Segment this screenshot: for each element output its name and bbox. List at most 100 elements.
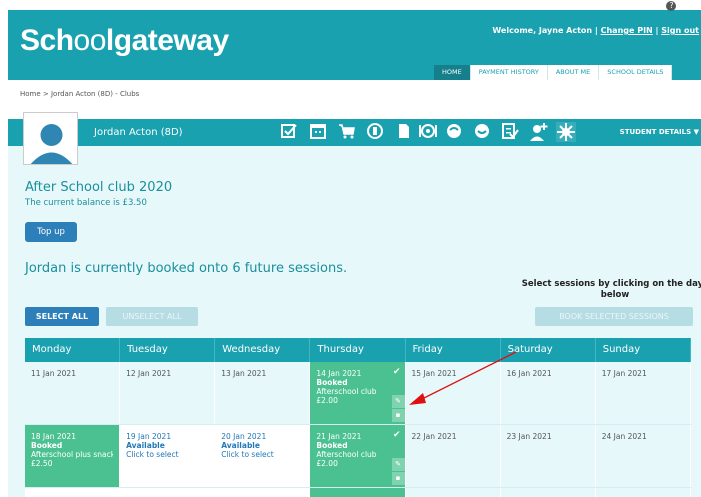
cell-date: 16 Jan 2021 (506, 369, 552, 378)
book-selected-sessions-button[interactable]: BOOK SELECTED SESSIONS (535, 307, 693, 326)
cell-date: 11 Jan 2021 (31, 369, 76, 378)
student-name: Jordan Acton (8D) (94, 127, 183, 138)
day-cell: 17 Jan 2021 (595, 362, 691, 424)
tab-school-details[interactable]: SCHOOL DETAILS (599, 65, 673, 80)
main-nav: HOME PAYMENT HISTORY ABOUT ME SCHOOL DET… (434, 65, 673, 80)
cell-date: 14 Jan 2021 (316, 369, 362, 378)
day-cell: 11 Jan 2021 (25, 362, 121, 424)
cell-date: 12 Jan 2021 (126, 369, 172, 378)
cell-date: 20 Jan 2021 (221, 432, 267, 441)
cell-date: 23 Jan 2021 (506, 432, 552, 441)
cell-status: Booked (31, 441, 63, 450)
clubs-panel: Jordan Acton (8D) STUDENT DETAILS ▼ Afte… (8, 112, 701, 497)
sign-out-link[interactable]: Sign out (661, 26, 699, 35)
unselect-all-button[interactable]: UNSELECT ALL (106, 307, 198, 326)
logo-part-1: Sch (20, 24, 74, 57)
face-sad-icon[interactable] (444, 122, 464, 142)
money-icon[interactable] (365, 122, 385, 142)
header: Schoolgateway ? Help Welcome, Jayne Acton… (8, 1, 701, 80)
cell-club: Afterschool club (316, 387, 377, 396)
session-calendar: Monday Tuesday Wednesday Thursday Friday… (25, 338, 691, 497)
day-cell: 15 Jan 2021 (405, 362, 501, 424)
cell-date: 17 Jan 2021 (601, 369, 647, 378)
day-cell-booked[interactable]: 21 Jan 2021 Booked Afterschool club £2.0… (310, 425, 406, 487)
separator: | (655, 26, 659, 35)
day-header: Tuesday (120, 338, 216, 362)
checkbox-icon[interactable] (279, 122, 299, 142)
breadcrumb[interactable]: Home > Jordan Acton (8D) - Clubs (20, 90, 139, 98)
checkmark-icon: ✔ (392, 367, 401, 377)
cell-date: 24 Jan 2021 (601, 432, 647, 441)
meals-icon[interactable] (418, 122, 438, 142)
day-cell (120, 488, 216, 497)
calendar-week: 11 Jan 2021 12 Jan 2021 13 Jan 2021 14 J… (25, 362, 691, 425)
day-cell-available[interactable]: 20 Jan 2021 Available Click to select (215, 425, 311, 487)
student-details-dropdown[interactable]: STUDENT DETAILS ▼ (620, 128, 699, 136)
calendar-week-partial (25, 488, 691, 497)
checklist-icon[interactable] (500, 122, 520, 142)
calendar-week: 18 Jan 2021 Booked Afterschool plus snac… (25, 425, 691, 488)
tab-about-me[interactable]: ABOUT ME (547, 65, 600, 80)
edit-pencil-icon[interactable]: ✎ (391, 395, 405, 408)
delete-trash-icon[interactable]: ▪ (391, 409, 405, 422)
cell-status: Booked (316, 441, 348, 450)
booked-sessions-message: Jordan is currently booked onto 6 future… (25, 261, 348, 276)
day-cell: 22 Jan 2021 (405, 425, 501, 487)
day-cell (595, 488, 691, 497)
day-cell: 24 Jan 2021 (595, 425, 691, 487)
avatar (23, 112, 78, 165)
day-cell (500, 488, 596, 497)
day-cell: 12 Jan 2021 (120, 362, 216, 424)
cell-price: £2.50 (31, 459, 53, 468)
help-label: Help (678, 1, 699, 11)
schoolgateway-logo[interactable]: Schoolgateway (20, 24, 229, 58)
cell-status: Booked (316, 378, 348, 387)
edit-pencil-icon[interactable]: ✎ (391, 458, 405, 471)
cart-icon[interactable] (337, 122, 357, 142)
cell-action: Click to select (221, 450, 274, 459)
cell-price: £2.00 (316, 396, 338, 405)
day-cell-available[interactable]: 19 Jan 2021 Available Click to select (120, 425, 216, 487)
checkmark-icon: ✔ (392, 430, 401, 440)
day-header: Sunday (596, 338, 691, 362)
calendar-header: Monday Tuesday Wednesday Thursday Friday… (25, 338, 691, 362)
day-cell-booked[interactable]: 14 Jan 2021 Booked Afterschool club £2.0… (310, 362, 406, 424)
cell-club: Afterschool club (316, 450, 377, 459)
face-happy-icon[interactable] (472, 122, 492, 142)
cell-price: £2.00 (316, 459, 338, 468)
day-header: Friday (406, 338, 501, 362)
help-link[interactable]: ? Help (666, 1, 699, 11)
cell-date: 18 Jan 2021 (31, 432, 76, 441)
change-pin-link[interactable]: Change PIN (601, 26, 653, 35)
top-up-button[interactable]: Top up (25, 222, 77, 242)
day-cell: 13 Jan 2021 (215, 362, 311, 424)
person-plus-icon[interactable] (529, 122, 549, 142)
welcome-text: Welcome, Jayne Acton | Change PIN | Sign… (492, 26, 699, 35)
day-header: Monday (25, 338, 121, 362)
document-icon[interactable] (394, 122, 414, 142)
logo-part-3: lgateway (105, 24, 229, 57)
tab-payment-history[interactable]: PAYMENT HISTORY (470, 65, 548, 80)
day-cell (405, 488, 501, 497)
student-bar: Jordan Acton (8D) STUDENT DETAILS ▼ (8, 119, 701, 146)
day-header: Saturday (501, 338, 596, 362)
cell-date: 22 Jan 2021 (411, 432, 457, 441)
tab-home[interactable]: HOME (434, 65, 471, 80)
club-title: After School club 2020 (25, 180, 173, 195)
day-header: Thursday (310, 338, 406, 362)
welcome-label: Welcome, Jayne Acton | (492, 26, 598, 35)
logo-part-2: oo (73, 24, 107, 57)
cell-date: 13 Jan 2021 (221, 369, 267, 378)
day-cell-booked[interactable]: 18 Jan 2021 Booked Afterschool plus snac… (25, 425, 121, 487)
day-cell (25, 488, 121, 497)
help-icon: ? (666, 1, 677, 11)
clubs-icon[interactable] (556, 122, 576, 142)
day-cell-booked (310, 488, 406, 497)
delete-trash-icon[interactable]: ▪ (391, 472, 405, 485)
day-cell (215, 488, 311, 497)
cell-club: Afterschool plus snack (31, 450, 114, 459)
select-all-button[interactable]: SELECT ALL (25, 307, 99, 326)
cell-date: 15 Jan 2021 (411, 369, 457, 378)
calendar-icon[interactable] (308, 122, 328, 142)
day-cell: 16 Jan 2021 (500, 362, 596, 424)
